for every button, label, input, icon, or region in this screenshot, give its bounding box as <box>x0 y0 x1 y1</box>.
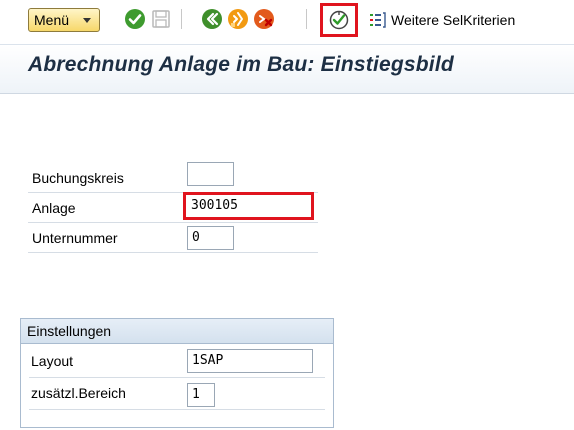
page-title: Abrechnung Anlage im Bau: Einstiegsbild <box>28 53 454 76</box>
company-code-label: Buchungskreis <box>32 170 124 186</box>
toolbar-separator <box>181 9 182 29</box>
asset-input[interactable]: 300105 <box>187 196 310 216</box>
menu-caret-icon <box>83 18 91 23</box>
extra-area-label: zusätzl.Bereich <box>31 385 126 401</box>
settings-group-header: Einstellungen <box>21 319 333 344</box>
company-code-row: Buchungskreis <box>28 164 318 193</box>
menu-button[interactable]: Menü <box>28 8 100 32</box>
extra-area-row: zusätzl.Bereich <box>29 379 325 410</box>
sub-number-label: Unternummer <box>32 230 118 246</box>
layout-label: Layout <box>31 353 74 369</box>
company-code-input[interactable] <box>187 162 234 186</box>
more-selection-criteria-button[interactable]: Weitere SelKriterien <box>369 8 515 32</box>
back-icon[interactable] <box>201 8 223 30</box>
sub-number-input[interactable]: 0 <box>187 226 234 250</box>
more-selection-criteria-label: Weitere SelKriterien <box>391 12 516 28</box>
asset-label: Anlage <box>32 200 76 216</box>
menu-button-label: Menü <box>34 12 70 28</box>
settings-group: Einstellungen Layout 1SAP zusätzl.Bereic… <box>20 318 334 428</box>
layout-input[interactable]: 1SAP <box>187 349 313 373</box>
execute-icon[interactable] <box>328 9 350 31</box>
extra-area-input[interactable]: 1 <box>187 383 215 407</box>
toolbar-separator <box>306 9 307 29</box>
sub-number-row: Unternummer <box>28 224 318 253</box>
title-bar: Abrechnung Anlage im Bau: Einstiegsbild <box>0 44 574 94</box>
selection-criteria-icon <box>370 12 386 28</box>
cancel-icon[interactable] <box>253 8 275 30</box>
settings-group-title: Einstellungen <box>27 323 112 339</box>
exit-icon[interactable] <box>227 8 249 30</box>
checkmark-icon[interactable] <box>124 8 146 30</box>
save-icon[interactable] <box>150 8 172 30</box>
application-toolbar: Menü Weitere SelKriterien <box>0 0 574 44</box>
